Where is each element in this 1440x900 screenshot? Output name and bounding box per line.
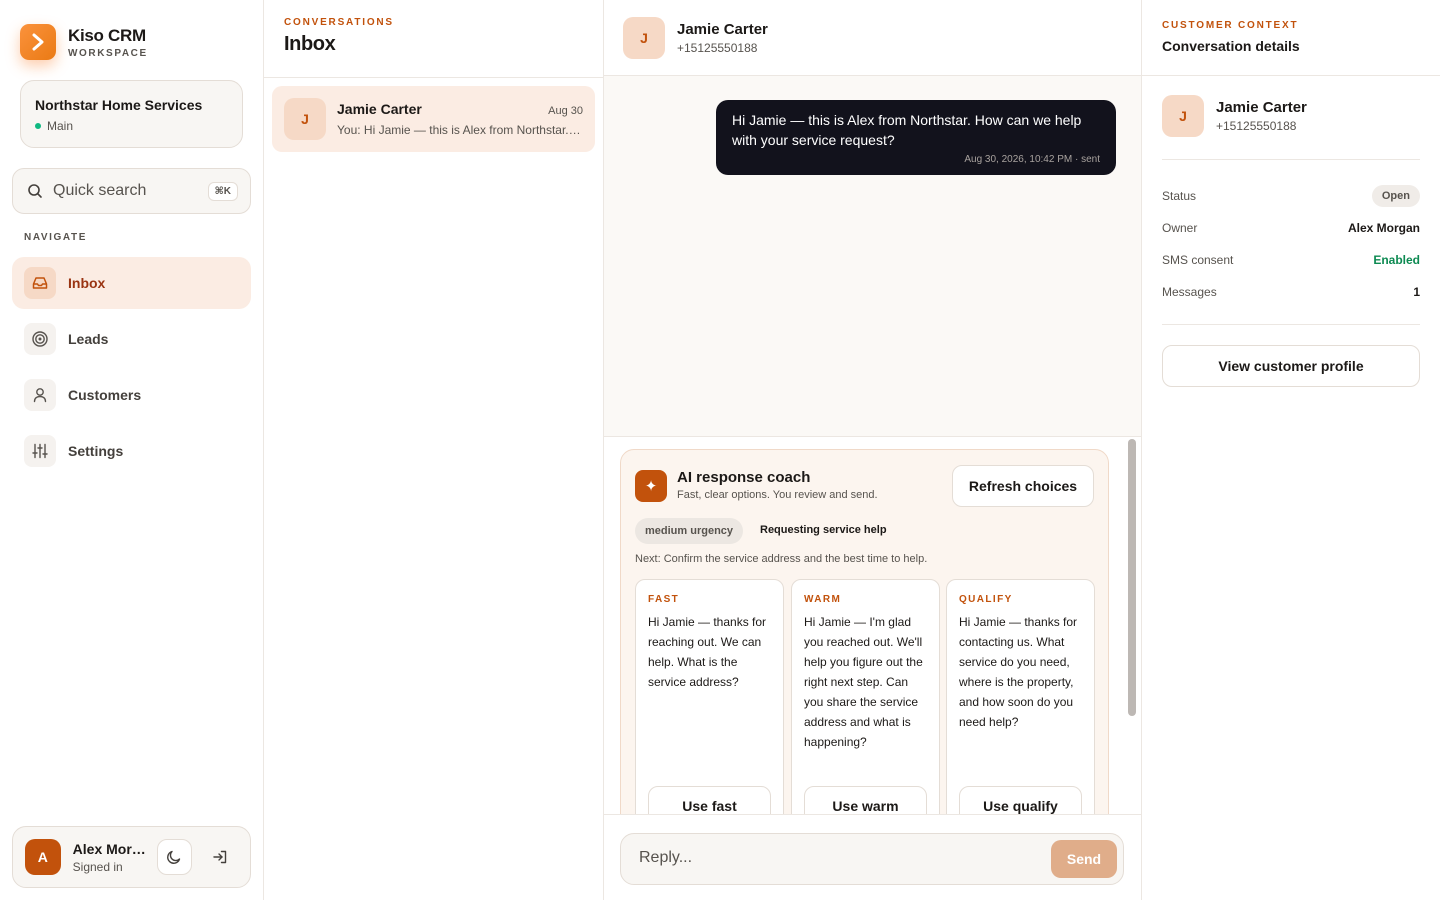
conversation-list: CONVERSATIONS Inbox J Jamie Carter Aug 3…: [264, 0, 604, 900]
status-badge: Open: [1371, 185, 1420, 207]
conversation-preview: You: Hi Jamie — this is Alex from Norths…: [337, 123, 583, 137]
list-item[interactable]: J Jamie Carter Aug 30 You: Hi Jamie — th…: [272, 86, 595, 152]
nav-item-label: Customers: [68, 387, 142, 403]
sparkle-icon: ✦: [635, 470, 667, 502]
scrollbar[interactable]: [1128, 439, 1136, 716]
user-status: Signed in: [72, 859, 123, 874]
contact-name: Jamie Carter: [677, 20, 768, 38]
user-name: Alex Morgan: [72, 840, 147, 857]
detail-row-owner: Owner Alex Morgan: [1162, 212, 1420, 244]
theme-toggle-button[interactable]: [156, 839, 193, 875]
use-fast-button[interactable]: Use fast: [648, 786, 771, 814]
search-placeholder: Quick search: [53, 182, 147, 199]
avatar: J: [284, 98, 326, 140]
context-eyebrow: CUSTOMER CONTEXT: [1162, 20, 1299, 31]
nav-item-settings[interactable]: Settings: [12, 425, 251, 477]
reply-field[interactable]: Reply... Send: [620, 833, 1124, 885]
customer-context-panel: CUSTOMER CONTEXT Conversation details J …: [1141, 0, 1440, 900]
conversation-name: Jamie Carter: [337, 101, 422, 117]
reply-placeholder: Reply...: [639, 849, 693, 866]
nav-item-leads[interactable]: Leads: [12, 313, 251, 365]
detail-row-status: Status Open: [1162, 180, 1420, 212]
choice-kicker: QUALIFY: [959, 594, 1013, 605]
nav-item-label: Inbox: [68, 275, 106, 291]
conversation-date: Aug 30: [548, 105, 583, 117]
next-step: Next: Confirm the service address and th…: [635, 553, 928, 565]
log-out-icon: [213, 850, 227, 864]
workspace-switcher[interactable]: Northstar Home Services Main: [20, 80, 243, 148]
send-button[interactable]: Send: [1051, 840, 1117, 878]
message-text: Hi Jamie — this is Alex from Northstar. …: [732, 112, 1082, 148]
nav-item-customers[interactable]: Customers: [12, 369, 251, 421]
use-qualify-button[interactable]: Use qualify: [959, 786, 1082, 814]
message-bubble: Hi Jamie — this is Alex from Northstar. …: [716, 100, 1116, 175]
use-warm-button[interactable]: Use warm: [804, 786, 927, 814]
detail-value: 1: [1413, 285, 1420, 299]
view-customer-profile-button[interactable]: View customer profile: [1162, 345, 1420, 387]
detail-label: Messages: [1162, 285, 1217, 299]
sliders-icon: [24, 435, 56, 467]
detail-label: Status: [1162, 189, 1197, 203]
context-title: Conversation details: [1162, 38, 1300, 54]
context-details: Status Open Owner Alex Morgan SMS consen…: [1162, 160, 1420, 325]
moon-icon: [167, 850, 181, 864]
detail-row-sms-consent: SMS consent Enabled: [1162, 244, 1420, 276]
reply-choice-qualify: QUALIFY Hi Jamie — thanks for contacting…: [946, 579, 1095, 814]
composer: Reply... Send: [604, 814, 1141, 900]
user-card: A Alex Morgan Signed in: [12, 826, 251, 888]
contact-phone: +15125550188: [677, 40, 758, 55]
contact-phone: +15125550188: [1216, 119, 1297, 133]
detail-value: Alex Morgan: [1347, 221, 1420, 235]
reply-choice-fast: FAST Hi Jamie — thanks for reaching out.…: [635, 579, 784, 814]
sign-out-button[interactable]: [202, 839, 238, 875]
workspace-name: Northstar Home Services: [35, 97, 203, 113]
contact-name: Jamie Carter: [1216, 99, 1307, 116]
brand-name: Kiso CRM: [68, 25, 146, 45]
detail-label: SMS consent: [1162, 253, 1234, 267]
user-icon: [24, 379, 56, 411]
detail-value: Enabled: [1373, 253, 1420, 267]
message-thread: J Jamie Carter +15125550188 Hi Jamie — t…: [604, 0, 1141, 900]
avatar: J: [623, 16, 665, 59]
main-nav: Inbox Leads Customers Settings: [12, 257, 251, 481]
context-contact: J Jamie Carter +15125550188: [1162, 95, 1420, 160]
urgency-badge: medium urgency: [635, 518, 744, 544]
message-meta: Aug 30, 2026, 10:42 PM · sent: [964, 154, 1100, 165]
choice-kicker: WARM: [804, 594, 842, 605]
ai-response-coach: ✦ AI response coach Fast, clear options.…: [620, 449, 1109, 814]
choice-text: Hi Jamie — thanks for contacting us. Wha…: [959, 615, 1078, 729]
workspace-environment: Main: [47, 119, 74, 133]
target-icon: [24, 323, 56, 355]
conversations-eyebrow: CONVERSATIONS: [284, 17, 394, 28]
choice-kicker: FAST: [648, 594, 680, 605]
nav-item-label: Settings: [68, 443, 124, 459]
nav-item-label: Leads: [68, 331, 109, 347]
thread-header: J Jamie Carter +15125550188: [604, 0, 1141, 76]
intent-label: Requesting service help: [760, 524, 887, 536]
nav-heading: NAVIGATE: [24, 232, 87, 243]
brand[interactable]: Kiso CRM WORKSPACE: [20, 24, 148, 60]
refresh-choices-button[interactable]: Refresh choices: [952, 465, 1094, 507]
sidebar: Kiso CRM WORKSPACE Northstar Home Servic…: [0, 0, 264, 900]
quick-search[interactable]: Quick search ⌘K: [12, 168, 251, 214]
detail-row-messages: Messages 1: [1162, 276, 1420, 308]
coach-subtitle: Fast, clear options. You review and send…: [677, 489, 878, 501]
coach-scroll-area[interactable]: ✦ AI response coach Fast, clear options.…: [604, 436, 1141, 814]
nav-item-inbox[interactable]: Inbox: [12, 257, 251, 309]
status-dot: [35, 123, 41, 129]
coach-title: AI response coach: [677, 469, 811, 486]
inbox-icon: [24, 267, 56, 299]
search-icon: [28, 184, 42, 198]
search-shortcut: ⌘K: [207, 181, 238, 201]
avatar[interactable]: A: [25, 839, 61, 875]
brand-subtitle: WORKSPACE: [68, 47, 148, 59]
reply-choice-warm: WARM Hi Jamie — I'm glad you reached out…: [791, 579, 940, 814]
choice-text: Hi Jamie — thanks for reaching out. We c…: [648, 615, 767, 689]
page-title: Inbox: [284, 33, 336, 55]
choice-text: Hi Jamie — I'm glad you reached out. We'…: [804, 615, 923, 749]
chevron-right-icon: [20, 24, 56, 60]
avatar: J: [1162, 95, 1204, 137]
detail-label: Owner: [1162, 221, 1198, 235]
